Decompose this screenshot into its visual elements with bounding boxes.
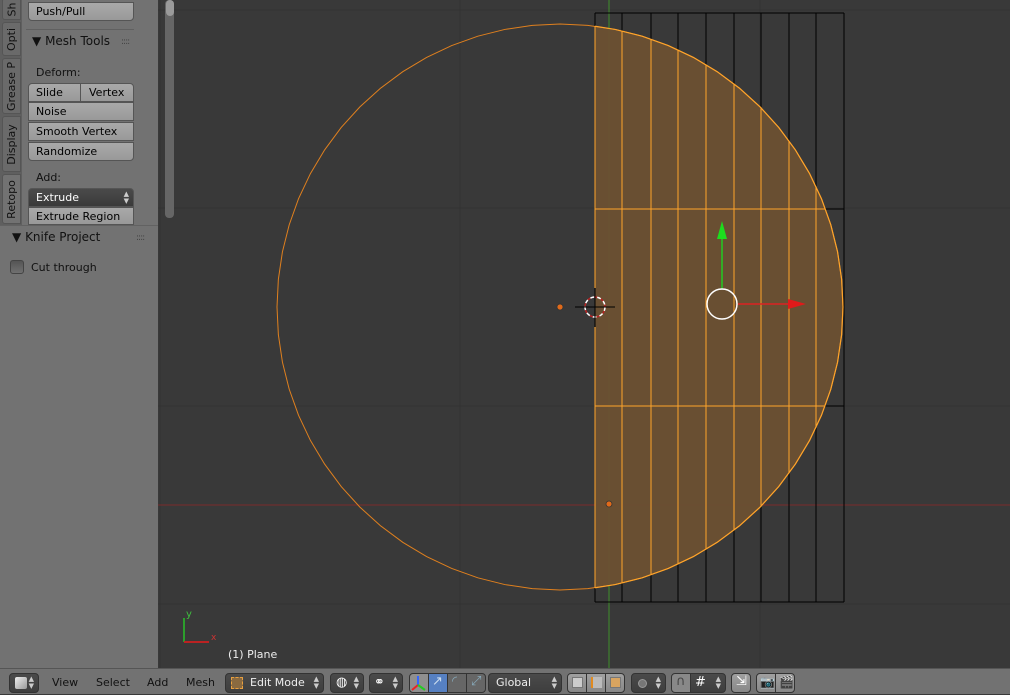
rotate-manipulator-button[interactable]: ◜ [447, 673, 467, 693]
panel-title: Knife Project [25, 230, 101, 244]
smooth-vertex-button[interactable]: Smooth Vertex [28, 122, 134, 141]
viewport-shading-dropdown[interactable]: ⚭ ▲ ▼ [369, 673, 403, 693]
edit-mode-icon [231, 677, 243, 689]
menu-mesh[interactable]: Mesh [186, 676, 215, 689]
tab-label: Sh [5, 2, 18, 16]
mode-dropdown[interactable]: Edit Mode ▲ ▼ [225, 673, 324, 693]
orientation-dropdown[interactable]: Global ▲ ▼ [488, 673, 562, 693]
snap-element-dropdown[interactable]: # ▲ ▼ [690, 673, 726, 693]
dropdown-value: Edit Mode [250, 676, 305, 689]
drag-grip-icon[interactable]: :::: [136, 233, 145, 243]
up-down-arrows-icon: ▲ ▼ [123, 190, 129, 205]
tab-shading[interactable]: Sh [2, 0, 21, 20]
randomize-button[interactable]: Randomize [28, 142, 134, 161]
object-info-label: (1) Plane [228, 648, 278, 661]
cut-through-checkbox[interactable] [10, 260, 24, 274]
shelf-tabs: Sh Opti Grease P Display Retopo [0, 0, 22, 225]
tool-shelf: Sh Opti Grease P Display Retopo Push/Pul… [0, 0, 174, 668]
tab-label: Opti [5, 27, 19, 51]
magnet-icon: ∩ [676, 674, 686, 689]
viewport-grid [158, 0, 1010, 668]
up-down-arrows-icon: ▲ ▼ [551, 675, 557, 690]
cube-icon [15, 677, 27, 689]
tab-label: Display [5, 123, 19, 165]
triangle-down-icon: ▼ [12, 230, 22, 244]
proportional-editing-dropdown[interactable]: ▲ ▼ [631, 673, 666, 693]
noise-button[interactable]: Noise [28, 102, 134, 121]
pivot-point-dropdown[interactable]: ◍ ▲ ▼ [330, 673, 364, 693]
arrow-icon: ↗ [432, 674, 443, 689]
tab-label: Retopo [5, 179, 19, 219]
axis-indicator: y x [183, 609, 217, 643]
add-label: Add: [36, 171, 62, 184]
edge-cube-icon [591, 677, 602, 688]
origin-dot [556, 303, 564, 311]
scrollbar-thumb[interactable] [166, 0, 174, 16]
cut-through-label[interactable]: Cut through [31, 261, 97, 274]
arc-icon: ◜ [452, 674, 458, 689]
up-down-arrows-icon: ▲ ▼ [313, 675, 319, 690]
viewport-header: ▲ ▼ View Select Add Mesh Edit Mode ▲ ▼ ◍ ▲ ▼ … [0, 668, 1010, 694]
menu-add[interactable]: Add [147, 676, 168, 689]
menu-view[interactable]: View [52, 676, 78, 689]
scale-manipulator-button[interactable]: ⤢ [466, 673, 486, 693]
scale-icon: ⤢ [471, 674, 482, 689]
face-cube-icon [610, 677, 621, 688]
tab-retopo[interactable]: Retopo [2, 174, 21, 224]
dropdown-value: Extrude [36, 191, 80, 204]
tab-display[interactable]: Display [2, 116, 21, 172]
extrude-region-button[interactable]: Extrude Region [28, 207, 134, 225]
tab-label: Grease P [5, 61, 19, 111]
translate-manipulator-button[interactable]: ↗ [428, 673, 448, 693]
slide-edge-button[interactable]: Slide Ed [28, 83, 81, 116]
up-down-arrows-icon: ▲ ▼ [353, 675, 359, 690]
snap-toggle[interactable]: ∩ [671, 673, 691, 693]
push-pull-button[interactable]: Push/Pull [28, 2, 134, 21]
extrude-dropdown[interactable]: Extrude ▲ ▼ [28, 188, 134, 207]
knife-project-header[interactable]: ▼ Knife Project [12, 230, 100, 244]
divider [26, 29, 134, 30]
axis-x-label: x [211, 633, 217, 643]
vertex-slide-button[interactable]: Vertex [80, 83, 134, 102]
up-down-arrows-icon: ▲ ▼ [655, 675, 661, 690]
clapperboard-icon: 🎬 [779, 675, 794, 689]
scrollbar[interactable] [165, 0, 174, 218]
circle-icon [638, 679, 647, 688]
render-animation-button[interactable]: 🎬 [775, 673, 795, 693]
vertex-cube-icon [572, 677, 583, 688]
up-down-arrows-icon: ▲ ▼ [392, 675, 398, 690]
spheres-icon: ⚭ [374, 675, 385, 690]
snap-grid-icon: # [695, 675, 706, 690]
axes-icon [411, 676, 426, 691]
drag-grip-icon[interactable]: :::: [121, 37, 130, 47]
globe-icon: ◍ [336, 675, 348, 690]
menu-select[interactable]: Select [96, 676, 130, 689]
panel-title: Mesh Tools [45, 34, 111, 48]
camera-icon: 📷 [760, 675, 775, 689]
tab-options[interactable]: Opti [2, 22, 21, 56]
axis-y-label: y [186, 609, 192, 620]
vertex-select-mode[interactable] [567, 673, 587, 693]
up-down-arrows-icon: ▲ ▼ [715, 675, 721, 690]
mesh-tools-header[interactable]: ▼ Mesh Tools [32, 34, 110, 48]
face-select-mode[interactable] [605, 673, 625, 693]
render-still-button[interactable]: 📷 [756, 673, 776, 693]
triangle-down-icon: ▼ [32, 34, 42, 48]
tab-grease-pencil[interactable]: Grease P [2, 58, 21, 114]
knife-project-panel: ▼ Knife Project :::: Cut through [0, 225, 158, 668]
merge-arrows-icon: ⇲ [736, 674, 747, 689]
editor-type-button[interactable]: ▲ ▼ [9, 673, 39, 693]
deform-label: Deform: [36, 66, 81, 79]
origin-dot [605, 500, 613, 508]
edge-select-mode[interactable] [586, 673, 606, 693]
tool-panel: Push/Pull ▼ Mesh Tools :::: Deform: Slid… [22, 0, 174, 225]
up-down-arrows-icon: ▲ ▼ [28, 675, 34, 690]
dropdown-value: Global [496, 676, 532, 689]
mesh-object[interactable] [276, 0, 900, 668]
selected-faces [595, 26, 843, 588]
manipulator-toggle[interactable] [409, 673, 429, 693]
auto-merge-button[interactable]: ⇲ [731, 673, 751, 693]
